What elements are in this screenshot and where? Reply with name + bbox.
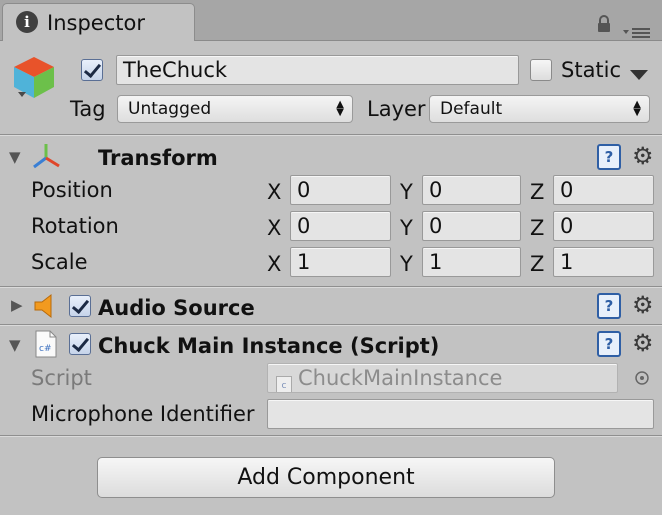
divider [0, 436, 662, 437]
axis-y-label: Y [400, 252, 413, 276]
axis-z-label: Z [530, 216, 545, 240]
foldout-expanded-icon[interactable]: ▼ [9, 150, 21, 165]
divider [0, 287, 662, 288]
layer-dropdown[interactable]: Default ▲ ▼ [429, 95, 650, 123]
script-component-title: Chuck Main Instance (Script) [98, 334, 440, 358]
script-reference-field: c ChuckMainInstance [267, 363, 618, 393]
lock-icon[interactable] [596, 15, 612, 37]
foldout-collapsed-icon[interactable]: ▶ [11, 298, 23, 313]
rotation-x-input[interactable]: 0 [290, 211, 391, 241]
script-label: Script [31, 366, 92, 390]
scale-y-input[interactable]: 1 [422, 247, 521, 277]
rotation-label: Rotation [31, 214, 119, 238]
scale-label: Scale [31, 250, 88, 274]
static-checkbox[interactable] [530, 59, 552, 81]
script-value: ChuckMainInstance [298, 366, 503, 390]
transform-axes-icon [31, 142, 61, 174]
chevron-updown-icon: ▲ ▼ [633, 99, 641, 118]
script-enabled-checkbox[interactable] [69, 333, 91, 355]
audio-source-enabled-checkbox[interactable] [69, 295, 91, 317]
tab-title: Inspector [47, 11, 145, 35]
position-y-input[interactable]: 0 [422, 175, 521, 205]
help-icon[interactable]: ? [597, 144, 621, 170]
axis-z-label: Z [530, 252, 545, 276]
tag-label: Tag [70, 97, 106, 121]
tag-dropdown[interactable]: Untagged ▲ ▼ [117, 95, 353, 123]
static-label: Static [561, 58, 622, 82]
axis-z-label: Z [530, 180, 545, 204]
divider [0, 135, 662, 136]
speaker-icon [33, 293, 59, 323]
object-picker-icon[interactable] [634, 370, 650, 390]
mic-identifier-label: Microphone Identifier [31, 402, 255, 426]
axis-x-label: X [267, 180, 282, 204]
object-name-input[interactable]: TheChuck [116, 55, 519, 85]
audio-source-title: Audio Source [98, 296, 255, 320]
svg-text:c#: c# [39, 344, 52, 354]
csharp-script-icon: c# [34, 330, 58, 362]
position-label: Position [31, 178, 113, 202]
rotation-y-input[interactable]: 0 [422, 211, 521, 241]
foldout-expanded-icon[interactable]: ▼ [9, 338, 21, 353]
gear-icon[interactable]: ⚙ [632, 144, 654, 168]
divider [0, 325, 662, 326]
static-dropdown-icon[interactable] [630, 65, 648, 84]
gear-icon[interactable]: ⚙ [632, 331, 654, 355]
rotation-z-input[interactable]: 0 [553, 211, 654, 241]
axis-x-label: X [267, 216, 282, 240]
position-x-input[interactable]: 0 [290, 175, 391, 205]
gameobject-cube-icon [10, 54, 58, 106]
scale-z-input[interactable]: 1 [553, 247, 654, 277]
layer-value: Default [440, 99, 503, 119]
info-icon: i [16, 11, 38, 33]
axis-y-label: Y [400, 180, 413, 204]
scale-x-input[interactable]: 1 [290, 247, 391, 277]
tab-inspector[interactable]: i Inspector [2, 3, 195, 41]
chevron-updown-icon: ▲ ▼ [336, 99, 344, 118]
transform-title: Transform [98, 146, 218, 170]
gear-icon[interactable]: ⚙ [632, 293, 654, 317]
csharp-script-icon: c [276, 376, 292, 392]
axis-x-label: X [267, 252, 282, 276]
axis-y-label: Y [400, 216, 413, 240]
mic-identifier-input[interactable] [267, 399, 654, 429]
layer-label: Layer [367, 97, 426, 121]
help-icon[interactable]: ? [597, 331, 621, 357]
menu-icon[interactable] [623, 24, 653, 43]
position-z-input[interactable]: 0 [553, 175, 654, 205]
add-component-button[interactable]: Add Component [97, 457, 555, 498]
tag-value: Untagged [128, 99, 212, 119]
active-checkbox[interactable] [81, 59, 103, 81]
help-icon[interactable]: ? [597, 293, 621, 319]
